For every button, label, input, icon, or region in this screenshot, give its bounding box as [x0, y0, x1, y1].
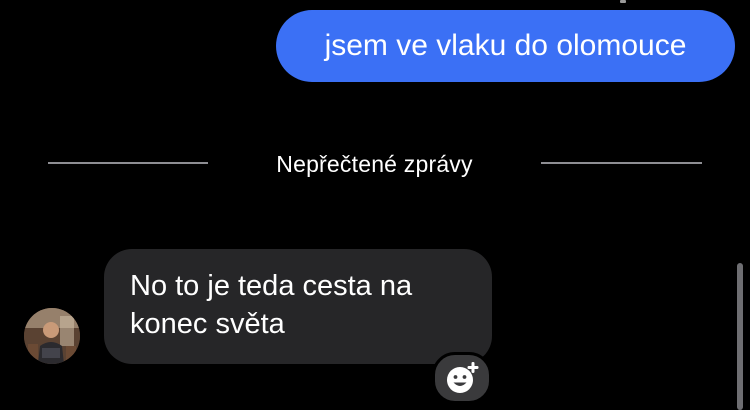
unread-divider-label: Nepřečtené zprávy [276, 151, 473, 177]
chat-conversation[interactable]: jsem ve vlaku do olomouce Nepřečtené zpr… [0, 0, 750, 410]
incoming-message-bubble[interactable]: No to je teda cesta na konec světa [104, 249, 492, 364]
unread-divider-line-right [541, 162, 702, 164]
add-reaction-icon [447, 362, 479, 393]
outgoing-message-text: jsem ve vlaku do olomouce [324, 29, 687, 62]
incoming-message-line-1: No to je teda cesta na [130, 270, 413, 302]
avatar-photo-icon [24, 308, 80, 364]
outgoing-message-bubble[interactable]: jsem ve vlaku do olomouce [276, 10, 735, 82]
incoming-message-line-2: konec světa [130, 308, 285, 340]
unread-divider-line-left [48, 162, 208, 164]
previous-message-indicator [620, 0, 626, 3]
scrollbar[interactable] [737, 263, 743, 410]
add-reaction-button[interactable] [432, 352, 492, 404]
contact-avatar[interactable] [24, 308, 80, 364]
